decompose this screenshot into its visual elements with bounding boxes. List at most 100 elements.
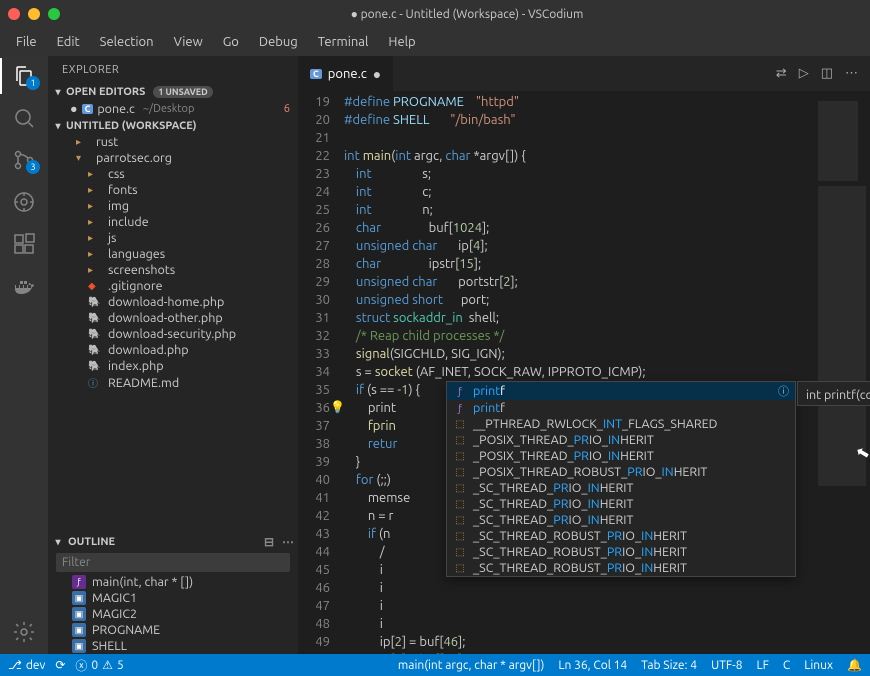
folder-icon: ▸ [88,216,102,228]
tree-item[interactable]: ▸include [48,214,298,230]
docker-icon[interactable] [12,274,36,298]
folder-icon: ▸ [76,136,90,148]
indentation[interactable]: Tab Size: 4 [641,658,697,672]
outline-item[interactable]: ▣MAGIC2 [48,606,298,622]
open-editor-item[interactable]: ● C pone.c ~/Desktop 6 [48,100,298,118]
more-icon[interactable]: ⋯ [282,535,294,549]
close-window[interactable] [8,8,20,20]
minimap[interactable] [814,91,870,654]
tree-item[interactable]: ▸rust [48,134,298,150]
outline-item[interactable]: ▣MAGIC1 [48,590,298,606]
folder-icon: ▸ [88,200,102,212]
problems-indicator[interactable]: ⓧ0 ⚠5 [75,657,123,674]
explorer-icon[interactable]: 1 [12,64,36,88]
folder-icon: ▸ [88,264,102,276]
suggest-item[interactable]: ƒprintf [447,400,795,416]
tree-item[interactable]: ▸js [48,230,298,246]
file-icon: 🐘 [88,360,102,372]
statusbar: ⎇dev ⟳ ⓧ0 ⚠5 main(int argc, char * argv[… [0,654,870,676]
outline-header[interactable]: ▾ OUTLINE ⊟ ⋯ [48,533,298,551]
info-icon[interactable]: ⓘ [778,383,789,399]
suggest-item[interactable]: ⬚_SC_THREAD_PRIO_INHERIT [447,512,795,528]
window-title: ● pone.c - Untitled (Workspace) - VSCodi… [72,7,862,21]
maximize-window[interactable] [48,8,60,20]
os-indicator[interactable]: Linux [804,658,833,672]
compare-icon[interactable]: ⇄ [776,66,787,81]
tree-item[interactable]: ▸fonts [48,182,298,198]
menu-terminal[interactable]: Terminal [310,33,377,51]
tree-item[interactable]: ▸languages [48,246,298,262]
eol[interactable]: LF [756,658,768,672]
c-file-icon: C [82,104,94,114]
tree-item[interactable]: 🐘download-security.php [48,326,298,342]
run-icon[interactable]: ▷ [799,66,809,81]
more-icon[interactable]: ⋯ [845,66,858,81]
tree-item[interactable]: 🐘index.php [48,358,298,374]
encoding[interactable]: UTF-8 [711,658,742,672]
outline-item[interactable]: ▣PROGNAME [48,622,298,638]
suggest-item[interactable]: ⬚_SC_THREAD_ROBUST_PRIO_INHERIT [447,544,795,560]
menu-edit[interactable]: Edit [49,33,88,51]
menu-go[interactable]: Go [215,33,247,51]
suggest-item[interactable]: ⬚_POSIX_THREAD_PRIO_INHERIT [447,432,795,448]
split-icon[interactable]: ◫ [821,66,833,81]
file-icon: 🐘 [88,328,102,340]
suggest-item[interactable]: ⬚_SC_THREAD_ROBUST_PRIO_INHERIT [447,560,795,576]
search-icon[interactable] [12,106,36,130]
tab-pone-c[interactable]: C pone.c ● [298,56,394,91]
tree-item[interactable]: ▸screenshots [48,262,298,278]
menu-file[interactable]: File [8,33,45,51]
tree-item[interactable]: ◆.gitignore [48,278,298,294]
constant-icon: ⬚ [453,465,467,479]
breadcrumb[interactable]: main(int argc, char * argv[]) [398,658,544,672]
symbol-icon: ▣ [72,591,86,605]
gutter: 1920212223242526272829303132333435363738… [298,91,344,654]
tree-item[interactable]: 🐘download-home.php [48,294,298,310]
suggest-item[interactable]: ⬚_SC_THREAD_PRIO_INHERIT [447,480,795,496]
collapse-icon[interactable]: ⊟ [264,535,274,549]
suggest-item[interactable]: ⬚_POSIX_THREAD_ROBUST_PRIO_INHERIT [447,464,795,480]
tree-item[interactable]: 🐘download-other.php [48,310,298,326]
symbol-icon: ƒ [72,575,86,589]
open-editors-header[interactable]: ▾ OPEN EDITORS 1 UNSAVED [48,84,298,100]
outline-item[interactable]: ƒmain(int, char * []) [48,574,298,590]
constant-icon: ⬚ [453,497,467,511]
menu-view[interactable]: View [166,33,211,51]
editor-body[interactable]: 1920212223242526272829303132333435363738… [298,91,870,654]
menu-help[interactable]: Help [380,33,423,51]
cursor-position[interactable]: Ln 36, Col 14 [558,658,627,672]
suggest-item[interactable]: ⬚_SC_THREAD_ROBUST_PRIO_INHERIT [447,528,795,544]
chevron-down-icon: ▾ [52,86,64,98]
language-mode[interactable]: C [783,658,790,672]
activity-bar: 1 3 [0,56,48,654]
tree-item[interactable]: ⓘREADME.md [48,374,298,391]
suggest-widget[interactable]: ƒprintfⓘƒprintf⬚__PTHREAD_RWLOCK_INT_FLA… [446,381,796,577]
extensions-icon[interactable] [12,232,36,256]
constant-icon: ⬚ [453,417,467,431]
feedback-icon[interactable]: 🔔 [847,658,862,672]
titlebar: ● pone.c - Untitled (Workspace) - VSCodi… [0,0,870,28]
debug-icon[interactable] [12,190,36,214]
tree-item[interactable]: ▸css [48,166,298,182]
suggest-item[interactable]: ⬚_POSIX_THREAD_PRIO_INHERIT [447,448,795,464]
workspace-header[interactable]: ▾ UNTITLED (WORKSPACE) [48,118,298,134]
outline-item[interactable]: ▣SHELL [48,638,298,654]
suggest-item[interactable]: ⬚__PTHREAD_RWLOCK_INT_FLAGS_SHARED [447,416,795,432]
lightbulb-icon[interactable]: 💡 [330,399,345,417]
sidebar: EXPLORER ▾ OPEN EDITORS 1 UNSAVED ● C po… [48,56,298,654]
scm-icon[interactable]: 3 [12,148,36,172]
tree-item[interactable]: ▸img [48,198,298,214]
suggest-item[interactable]: ⬚_SC_THREAD_PRIO_INHERIT [447,496,795,512]
tree-item[interactable]: ▾parrotsec.org [48,150,298,166]
suggest-item[interactable]: ƒprintfⓘ [447,382,795,400]
branch-indicator[interactable]: ⎇dev [8,658,45,672]
warning-icon: ⚠ [102,658,113,672]
menu-debug[interactable]: Debug [251,33,306,51]
minimize-window[interactable] [28,8,40,20]
menu-selection[interactable]: Selection [92,33,162,51]
sync-button[interactable]: ⟳ [55,658,65,672]
outline-filter[interactable]: Filter [56,553,290,572]
settings-icon[interactable] [12,620,36,644]
tree-item[interactable]: 🐘download.php [48,342,298,358]
constant-icon: ⬚ [453,561,467,575]
